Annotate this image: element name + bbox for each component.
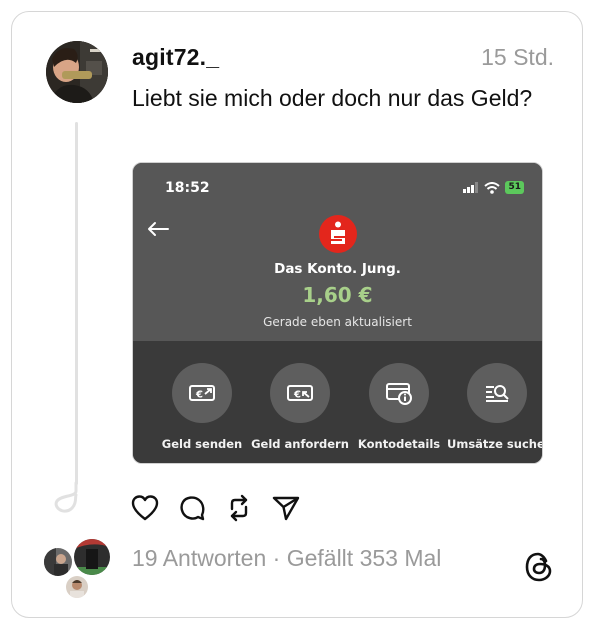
send-icon xyxy=(272,496,300,521)
reply-avatar xyxy=(72,537,112,577)
like-button[interactable] xyxy=(131,492,159,524)
status-bar-icons: 51 xyxy=(463,181,524,194)
account-name: Das Konto. Jung. xyxy=(274,261,401,277)
reply-avatar xyxy=(64,574,90,600)
threads-logo-icon[interactable] xyxy=(525,552,553,582)
post-actions-bar xyxy=(131,492,300,524)
balance-updated-text: Gerade eben aktualisiert xyxy=(263,315,412,329)
post-timestamp[interactable]: 15 Std. xyxy=(481,44,554,71)
svg-text:€: € xyxy=(195,390,203,401)
comment-icon xyxy=(180,496,205,521)
sparkasse-logo-icon xyxy=(319,215,357,253)
reply-button[interactable] xyxy=(178,492,206,524)
back-arrow-icon xyxy=(148,222,169,236)
action-label: Umsätze suchen xyxy=(447,437,543,451)
action-send-money: € Geld senden xyxy=(152,363,252,451)
author-avatar[interactable] xyxy=(46,41,108,103)
action-account-details: Kontodetails xyxy=(349,363,449,451)
post-image[interactable]: 18:52 51 Das Konto. Jung. 1,60 € Gerade … xyxy=(132,162,543,464)
action-request-money: € Geld anfordern xyxy=(250,363,350,451)
thread-line xyxy=(75,122,78,485)
reply-avatar xyxy=(42,546,74,578)
post-stats[interactable]: 19 Antworten · Gefällt 353 Mal xyxy=(132,545,441,572)
account-balance: 1,60 € xyxy=(302,283,373,307)
repost-button[interactable] xyxy=(225,492,253,524)
svg-text:€: € xyxy=(293,390,301,401)
status-bar-time: 18:52 xyxy=(165,180,210,196)
wifi-icon xyxy=(484,181,501,194)
post-username[interactable]: agit72._ xyxy=(132,44,219,71)
battery-indicator: 51 xyxy=(505,181,524,194)
thread-loop-icon xyxy=(54,481,78,513)
repost-icon xyxy=(230,494,248,522)
action-search-transactions: Umsätze suchen xyxy=(447,363,543,451)
share-button[interactable] xyxy=(272,492,300,524)
action-label: Kontodetails xyxy=(357,437,441,451)
send-money-icon: € xyxy=(172,363,232,423)
action-label: Geld senden xyxy=(161,437,243,451)
heart-icon xyxy=(131,495,159,521)
search-transactions-icon xyxy=(467,363,527,423)
request-money-icon: € xyxy=(270,363,330,423)
action-label: Geld anfordern xyxy=(251,437,349,451)
post-text: Liebt sie mich oder doch nur das Geld? xyxy=(132,85,533,111)
account-details-icon xyxy=(369,363,429,423)
cellular-signal-icon xyxy=(463,182,479,193)
